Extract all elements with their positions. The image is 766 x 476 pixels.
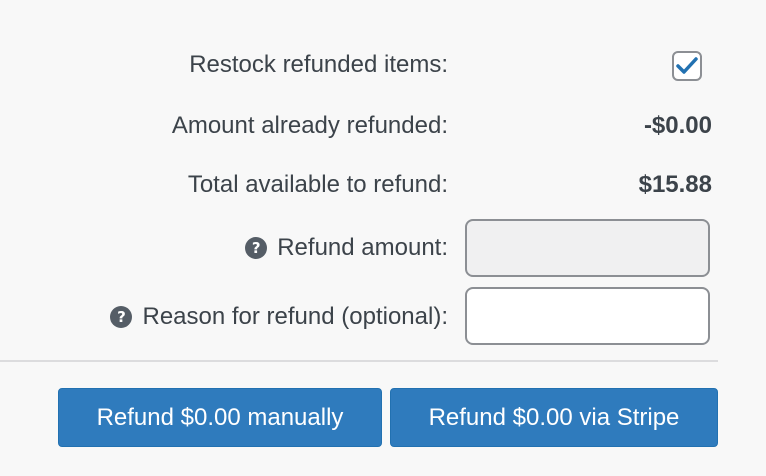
refund-amount-label: ? Refund amount: bbox=[245, 234, 448, 262]
available-label-text: Total available to refund: bbox=[187, 171, 448, 198]
reason-input[interactable] bbox=[465, 287, 710, 345]
refund-amount-input[interactable] bbox=[465, 219, 710, 277]
divider bbox=[0, 360, 718, 362]
restock-label-text: Restock refunded items: bbox=[189, 51, 448, 78]
question-circle-icon[interactable]: ? bbox=[110, 306, 133, 328]
restock-label: Restock refunded items: bbox=[189, 51, 448, 79]
restock-checkbox[interactable] bbox=[672, 51, 702, 81]
question-circle-icon[interactable]: ? bbox=[245, 237, 268, 259]
refund-manually-button[interactable]: Refund $0.00 manually bbox=[58, 388, 382, 447]
available-label: Total available to refund: bbox=[188, 171, 448, 199]
refund-via-stripe-button[interactable]: Refund $0.00 via Stripe bbox=[390, 388, 718, 447]
refund-amount-label-text: Refund amount: bbox=[277, 234, 448, 261]
already-refunded-label: Amount already refunded: bbox=[172, 112, 448, 140]
reason-label: ? Reason for refund (optional): bbox=[110, 303, 448, 331]
already-refunded-value: -$0.00 bbox=[643, 112, 712, 139]
available-value: $15.88 bbox=[638, 171, 712, 198]
already-refunded-label-text: Amount already refunded: bbox=[171, 112, 448, 139]
checkmark-icon bbox=[676, 57, 698, 74]
reason-label-text: Reason for refund (optional): bbox=[142, 303, 448, 330]
